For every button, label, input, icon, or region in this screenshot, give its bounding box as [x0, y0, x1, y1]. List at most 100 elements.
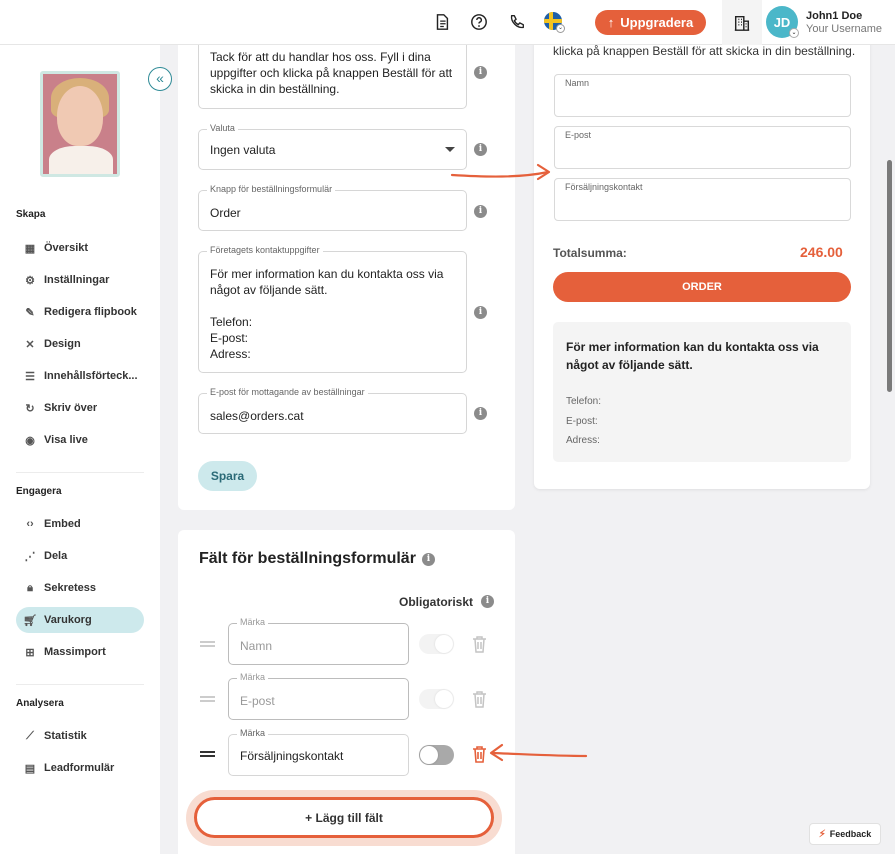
drag-handle-icon[interactable]	[200, 641, 215, 647]
info-icon[interactable]: i	[474, 407, 487, 420]
caret-down-icon	[445, 147, 455, 152]
required-column-label: Obligatoriskt	[399, 595, 474, 609]
fields-card-title: Fält för beställningsformulär	[199, 550, 416, 567]
chevron-down-icon[interactable]: ⌄	[789, 28, 799, 38]
sidebar-item-label: Dela	[44, 550, 68, 562]
total-value: 246.00	[800, 244, 843, 260]
company-contact-field[interactable]: Företagets kontaktuppgifter För mer info…	[198, 245, 467, 373]
sidebar-item-visa-live[interactable]: ◉ Visa live	[16, 427, 144, 453]
sidebar-item-varukorg[interactable]: 🛒︎ Varukorg	[16, 607, 144, 633]
order-button[interactable]: ORDER	[553, 272, 851, 302]
preview-contact-line: Adress:	[566, 435, 600, 446]
refresh-icon: ↻	[25, 402, 35, 415]
building-icon[interactable]	[722, 0, 762, 45]
sidebar-item-oversikt[interactable]: ▦ Översikt	[16, 235, 144, 261]
list-icon: ☰	[25, 370, 35, 383]
sidebar-item-sekretess[interactable]: 🔒︎ Sekretess	[16, 575, 144, 601]
feedback-label: Feedback	[829, 829, 872, 839]
divider	[16, 684, 144, 685]
info-icon[interactable]: i	[481, 595, 494, 608]
sidebar-item-skriv-over[interactable]: ↻ Skriv över	[16, 395, 144, 421]
sidebar-item-installningar[interactable]: ⚙ Inställningar	[16, 267, 144, 293]
annotation-arrow-icon	[450, 163, 551, 181]
add-field-button[interactable]: + Lägg till fält	[194, 797, 494, 838]
drag-handle-icon[interactable]	[200, 751, 215, 757]
import-icon: ⊞	[25, 646, 35, 659]
required-toggle-namn[interactable]	[419, 634, 454, 654]
preview-contact-line: Telefon:	[566, 396, 602, 407]
contact-line: Adress:	[210, 347, 251, 361]
required-toggle-epost[interactable]	[419, 689, 454, 709]
preview-field-label: Försäljningskontakt	[565, 182, 643, 192]
preview-field-forsaljningskontakt[interactable]: Försäljningskontakt	[554, 178, 851, 221]
preview-field-epost[interactable]: E-post	[554, 126, 851, 169]
sidebar-item-statistik[interactable]: ⟋ Statistik	[16, 723, 144, 749]
sidebar-item-label: Visa live	[44, 434, 88, 446]
currency-select[interactable]: Valuta Ingen valuta	[198, 123, 467, 170]
collapse-sidebar-button[interactable]: «	[148, 67, 172, 91]
preview-field-namn[interactable]: Namn	[554, 74, 851, 117]
sidebar-item-label: Innehållsförteck...	[44, 370, 138, 382]
preview-field-label: E-post	[565, 130, 592, 140]
info-icon[interactable]: i	[422, 553, 435, 566]
drag-handle-icon[interactable]	[200, 696, 215, 702]
sidebar-item-innehallsforteckning[interactable]: ☰ Innehållsförteck...	[16, 363, 144, 389]
document-icon[interactable]	[432, 12, 452, 32]
info-icon[interactable]: i	[474, 143, 487, 156]
chevron-down-icon[interactable]: ⌄	[556, 24, 565, 33]
top-header: ⌄ ↑ Uppgradera JD ⌄ John1 Doe Your Usern…	[0, 0, 895, 45]
save-button[interactable]: Spara	[198, 461, 257, 491]
feedback-button[interactable]: ⚡︎ Feedback	[809, 823, 881, 845]
field-label-input-forsaljningskontakt[interactable]: Märka Försäljningskontakt	[228, 728, 409, 776]
design-tools-icon: ✕	[25, 338, 35, 351]
field-input-label: Märka	[237, 672, 269, 682]
field-input-value: E-post	[240, 694, 275, 708]
intro-text-line: skicka in din beställning.	[210, 82, 340, 96]
layout-icon: ▦	[24, 242, 36, 255]
upgrade-button[interactable]: ↑ Uppgradera	[595, 10, 706, 35]
field-input-label: Märka	[237, 617, 269, 627]
user-username: Your Username	[806, 23, 883, 35]
sidebar-item-massimport[interactable]: ⊞ Massimport	[16, 639, 144, 665]
field-label-input-namn[interactable]: Märka Namn	[228, 617, 409, 665]
sidebar-item-label: Redigera flipbook	[44, 306, 137, 318]
order-button-label: Knapp för beställningsformulär	[207, 184, 336, 194]
contact-line: Telefon:	[210, 315, 253, 329]
currency-value: Ingen valuta	[210, 143, 276, 157]
order-email-label: E-post för mottagande av beställningar	[207, 387, 368, 397]
contact-line: något av följande sätt.	[210, 283, 328, 297]
company-contact-label: Företagets kontaktuppgifter	[207, 245, 323, 255]
preview-field-label: Namn	[565, 78, 590, 88]
scrollbar[interactable]	[887, 160, 892, 392]
sidebar-item-label: Statistik	[44, 730, 87, 742]
eye-icon: ◉	[25, 434, 35, 447]
help-icon[interactable]	[469, 12, 489, 32]
total-label: Totalsumma:	[553, 246, 627, 260]
phone-icon[interactable]	[507, 12, 527, 32]
sidebar-item-design[interactable]: ✕ Design	[16, 331, 144, 357]
pencil-icon: ✎	[25, 306, 35, 319]
sidebar-item-leadformular[interactable]: ▤ Leadformulär	[16, 755, 144, 781]
user-name: John1 Doe	[806, 10, 863, 22]
cart-icon: 🛒︎	[23, 614, 37, 627]
annotation-arrow-icon	[489, 743, 588, 762]
sidebar-item-label: Översikt	[44, 242, 89, 254]
section-title-skapa: Skapa	[16, 209, 46, 220]
order-email-field[interactable]: E-post för mottagande av beställningar s…	[198, 387, 467, 434]
sidebar-item-redigera-flipbook[interactable]: ✎ Redigera flipbook	[16, 299, 144, 325]
order-button-field[interactable]: Knapp för beställningsformulär Order	[198, 184, 467, 231]
chart-icon: ⟋	[26, 729, 34, 742]
feedback-icon: ⚡︎	[818, 828, 826, 840]
info-icon[interactable]: i	[474, 306, 487, 319]
sidebar-item-dela[interactable]: ⋰ Dela	[16, 543, 144, 569]
flipbook-cover-thumbnail[interactable]	[40, 71, 120, 177]
required-toggle-forsaljningskontakt[interactable]	[419, 745, 454, 765]
info-icon[interactable]: i	[474, 66, 487, 79]
preview-intro-text: klicka på knappen Beställ för att skicka…	[553, 44, 856, 58]
info-icon[interactable]: i	[474, 205, 487, 218]
trash-icon[interactable]	[471, 635, 488, 653]
trash-icon[interactable]	[471, 690, 488, 708]
field-label-input-epost[interactable]: Märka E-post	[228, 672, 409, 720]
sidebar-item-embed[interactable]: ‹› Embed	[16, 511, 144, 537]
avatar-initials: JD	[773, 14, 791, 30]
